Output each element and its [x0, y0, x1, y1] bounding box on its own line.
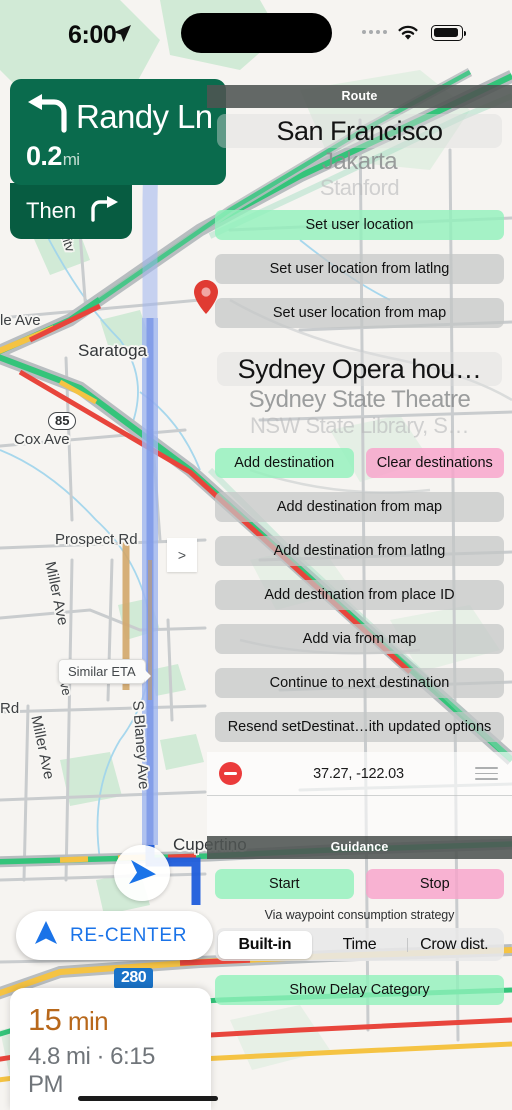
turn-left-icon: [24, 92, 76, 139]
segment-time[interactable]: Time: [312, 931, 407, 959]
segment-crow-dist[interactable]: Crow dist.: [406, 931, 502, 959]
add-destination-from-latlng-button[interactable]: Add destination from latlng: [215, 536, 504, 566]
navigation-street-name: Randy Ln: [76, 98, 213, 135]
origin-picker-option[interactable]: Jakarta: [207, 148, 512, 176]
guidance-action-row: Start Stop: [215, 869, 504, 899]
start-guidance-button[interactable]: Start: [215, 869, 354, 899]
alt-route-chevron-button[interactable]: >: [167, 538, 197, 572]
section-header-guidance: Guidance: [207, 836, 512, 859]
destination-action-row: Add destination Clear destinations: [215, 448, 504, 478]
similar-eta-callout[interactable]: Similar ETA: [58, 659, 151, 684]
eta-duration: 15 min: [28, 1002, 193, 1038]
stop-guidance-button[interactable]: Stop: [365, 869, 504, 899]
segment-built-in[interactable]: Built-in: [217, 930, 313, 959]
origin-picker-option[interactable]: Stanford: [207, 176, 512, 200]
turn-right-icon: [89, 195, 119, 227]
add-destination-button[interactable]: Add destination: [215, 448, 354, 478]
route-shield-85: 85: [48, 412, 77, 430]
navigation-banner[interactable]: Randy Ln 0.2mi Then: [10, 79, 227, 239]
eta-details: 4.8 mi · 6:15 PM: [28, 1043, 155, 1098]
clear-destinations-button[interactable]: Clear destinations: [365, 448, 504, 478]
reorder-handle-icon[interactable]: [475, 764, 498, 784]
recenter-label: RE-CENTER: [70, 924, 188, 946]
navigation-then-label: Then: [26, 198, 77, 223]
recenter-button[interactable]: RE-CENTER: [16, 911, 214, 960]
add-destination-from-place-id-button[interactable]: Add destination from place ID: [215, 580, 504, 610]
route-shield-280: 280: [114, 968, 154, 989]
destination-picker-selected[interactable]: Sydney Opera hou…: [217, 352, 502, 386]
eta-duration-unit: min: [61, 1006, 109, 1036]
resend-set-destinations-button[interactable]: Resend setDestinat…ith updated options: [215, 712, 504, 742]
add-via-from-map-button[interactable]: Add via from map: [215, 624, 504, 654]
debug-control-panel[interactable]: Route San Francisco Jakarta Stanford Set…: [207, 85, 512, 1110]
navigation-puck-icon: [114, 845, 170, 901]
waypoint-strategy-caption: Via waypoint consumption strategy: [264, 908, 455, 922]
destination-list-row[interactable]: 37.27, -122.03: [207, 752, 512, 796]
destination-picker-option[interactable]: Sydney State Theatre: [207, 386, 512, 414]
set-user-location-from-latlng-button[interactable]: Set user location from latlng: [215, 254, 504, 284]
destination-picker[interactable]: Sydney Opera hou… Sydney State Theatre N…: [207, 352, 512, 438]
minus-circle-icon[interactable]: [219, 762, 242, 785]
destination-list-empty: [207, 796, 512, 836]
navigation-distance-unit: mi: [62, 150, 80, 169]
home-indicator: [78, 1096, 218, 1101]
navigation-distance: 0.2mi: [26, 141, 80, 172]
eta-card[interactable]: 15 min 4.8 mi · 6:15 PM: [10, 988, 211, 1110]
destination-picker-option[interactable]: NSW State Library, S…: [207, 414, 512, 438]
waypoint-strategy-segmented-control[interactable]: Built-in Time Crow dist.: [215, 928, 504, 961]
destination-coordinates: 37.27, -122.03: [313, 765, 404, 782]
set-user-location-from-map-button[interactable]: Set user location from map: [215, 298, 504, 328]
navigation-distance-value: 0.2: [26, 141, 62, 171]
origin-picker[interactable]: San Francisco Jakarta Stanford: [207, 114, 512, 200]
origin-picker-selected[interactable]: San Francisco: [217, 114, 502, 148]
add-destination-from-map-button[interactable]: Add destination from map: [215, 492, 504, 522]
show-delay-category-button[interactable]: Show Delay Category: [215, 975, 504, 1005]
navigation-arrow-icon: [35, 921, 57, 950]
continue-to-next-destination-button[interactable]: Continue to next destination: [215, 668, 504, 698]
eta-duration-value: 15: [28, 1002, 62, 1037]
navigation-then-step[interactable]: Then: [10, 183, 132, 239]
navigation-banner-main[interactable]: Randy Ln 0.2mi: [10, 79, 227, 185]
section-header-route: Route: [207, 85, 512, 108]
set-user-location-button[interactable]: Set user location: [215, 210, 504, 240]
